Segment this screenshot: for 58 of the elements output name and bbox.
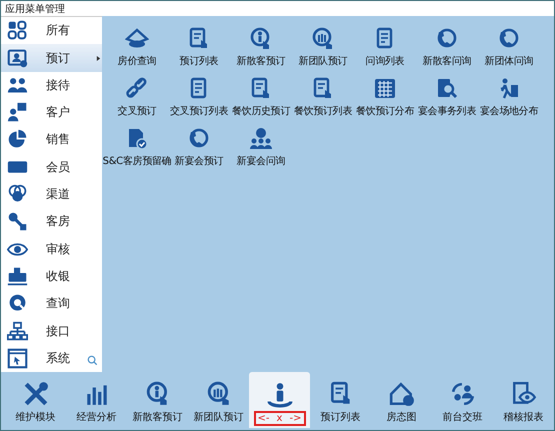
group-circle-icon (206, 381, 232, 407)
sidebar-item[interactable]: 渠道 (1, 180, 102, 208)
person-speech-icon (7, 102, 28, 124)
menu-item[interactable]: 交叉预订 (106, 72, 168, 122)
menu-item[interactable]: 餐饮预订列表 (292, 72, 354, 122)
report-eye-icon (510, 381, 536, 407)
sidebar-item[interactable]: 会员 (1, 154, 102, 181)
menu-item[interactable]: 宴会场地分布 (478, 72, 540, 122)
house-info-icon (388, 381, 414, 407)
menu-item[interactable]: 新散客问询 (416, 22, 478, 72)
network-icon (7, 320, 28, 342)
menu-item[interactable]: 宴会事务列表 (416, 72, 478, 122)
sidebar-item[interactable]: 系统 (1, 344, 102, 372)
menu-item[interactable]: 预订列表 (168, 22, 230, 72)
move-control[interactable]: x (276, 413, 282, 424)
menu-item[interactable]: 餐饮预订分布 (354, 72, 416, 122)
sidebar-item[interactable]: 接待 (1, 72, 102, 100)
sidebar-item[interactable]: 查询 (1, 290, 102, 318)
id-card-icon (7, 48, 28, 69)
sidebar-item[interactable]: 客房 (1, 208, 102, 236)
menu-item[interactable]: 新团队预订 (292, 22, 354, 72)
menu-item[interactable]: 餐饮历史预订 (230, 72, 292, 122)
menu-item[interactable]: 房价查询 (106, 22, 168, 72)
menu-item[interactable]: 问询列表 (354, 22, 416, 72)
sidebar-item[interactable]: 接口 (1, 317, 102, 345)
taskbar-item[interactable]: 房态图 (371, 376, 432, 428)
window-title: 应用菜单管理 (5, 2, 65, 16)
sidebar-item[interactable]: 收银 (1, 262, 102, 290)
taskbar-item[interactable]: 前台交班 (432, 376, 493, 428)
search-icon[interactable] (87, 355, 98, 366)
sidebar-item[interactable]: 预订 (1, 44, 102, 72)
menu-item[interactable]: 新团体问询 (478, 22, 540, 72)
group-circle-icon (311, 27, 335, 52)
sidebar-item[interactable]: 审核 (1, 236, 102, 263)
pie-chart-icon (7, 129, 28, 150)
cash-register-icon (7, 266, 28, 287)
taskbar-item[interactable]: <- x -> (249, 372, 310, 428)
taskbar-item[interactable]: 经营分析 (66, 376, 127, 428)
person-on-platform-icon (266, 382, 292, 408)
menu-item[interactable]: 新宴会问询 (230, 122, 292, 172)
people-exchange-icon (450, 381, 476, 407)
wrench-icon (22, 381, 48, 407)
sidebar-item[interactable]: 所有 (1, 17, 102, 44)
menu-item[interactable]: 新散客预订 (230, 22, 292, 72)
menu-item[interactable]: 交叉预订列表 (168, 72, 230, 122)
taskbar-item[interactable]: 维护模块 (5, 376, 66, 428)
window-icon (7, 348, 28, 369)
tiles-icon (7, 20, 28, 42)
taskbar-item[interactable]: 预订列表 (310, 376, 371, 428)
taskbar-item[interactable]: 新散客预订 (127, 376, 188, 428)
taskbar-item[interactable]: 新团队预订 (188, 376, 249, 428)
sidebar-item[interactable]: 客户 (1, 99, 102, 126)
meeting-people-icon (249, 127, 273, 152)
move-control[interactable]: <- (258, 413, 270, 424)
arrow-icon (96, 56, 101, 61)
sidebar-item[interactable]: 销售 (1, 126, 102, 154)
taskbar-item[interactable]: 稽核报表 (493, 376, 554, 428)
move-control[interactable]: -> (289, 413, 302, 424)
